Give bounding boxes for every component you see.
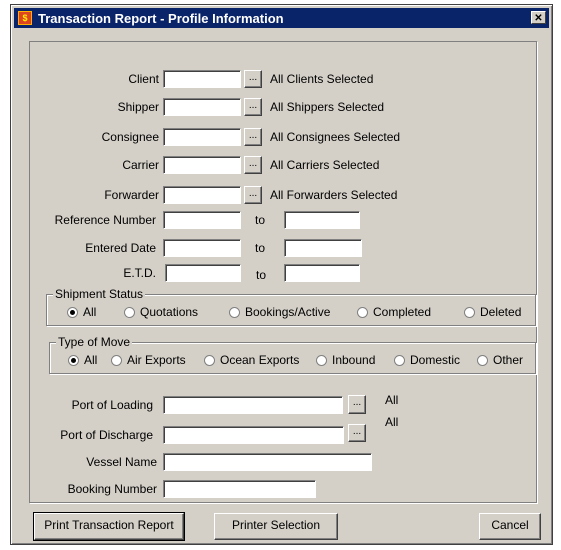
carrier-lookup-button[interactable]: ... xyxy=(244,156,262,174)
radio-label: All xyxy=(83,305,97,319)
port-of-discharge-label: Port of Discharge xyxy=(60,428,153,442)
printer-selection-button[interactable]: Printer Selection xyxy=(214,513,338,540)
move-other-radio[interactable]: Other xyxy=(477,353,523,367)
radio-label: Bookings/Active xyxy=(245,305,331,319)
radio-label: All xyxy=(84,353,98,367)
port-of-loading-field[interactable] xyxy=(163,396,343,414)
radio-label: Ocean Exports xyxy=(220,353,300,367)
radio-label: Quotations xyxy=(140,305,199,319)
carrier-selection-note: All Carriers Selected xyxy=(270,158,380,172)
move-inbound-radio[interactable]: Inbound xyxy=(316,353,375,367)
radio-icon xyxy=(464,306,475,318)
radio-label: Deleted xyxy=(480,305,522,319)
client-selection-note: All Clients Selected xyxy=(270,72,374,86)
shipment-status-group: Shipment Status All Quotations Bookings/… xyxy=(46,287,536,326)
radio-icon xyxy=(124,306,135,318)
type-of-move-group: Type of Move All Air Exports Ocean Expor… xyxy=(49,335,536,374)
app-icon: $ xyxy=(18,11,32,25)
etd-label: E.T.D. xyxy=(123,266,156,280)
radio-icon xyxy=(229,306,240,318)
window-title: Transaction Report - Profile Information xyxy=(38,10,284,26)
port-of-loading-lookup-button[interactable]: ... xyxy=(348,395,366,414)
forwarder-label: Forwarder xyxy=(104,188,159,202)
shipment-status-title: Shipment Status xyxy=(53,287,146,301)
radio-icon xyxy=(357,306,368,318)
port-of-discharge-field[interactable] xyxy=(163,426,344,444)
reference-number-from-field[interactable] xyxy=(163,211,241,229)
entered-date-label: Entered Date xyxy=(85,241,156,255)
type-of-move-title: Type of Move xyxy=(56,335,133,349)
radio-label: Inbound xyxy=(332,353,376,367)
move-ocean-exports-radio[interactable]: Ocean Exports xyxy=(204,353,299,367)
move-air-exports-radio[interactable]: Air Exports xyxy=(111,353,186,367)
port-of-discharge-note: All xyxy=(385,415,399,429)
forwarder-field[interactable] xyxy=(163,186,241,204)
carrier-label: Carrier xyxy=(122,158,159,172)
radio-label: Air Exports xyxy=(127,353,186,367)
radio-icon xyxy=(394,354,405,366)
vessel-name-label: Vessel Name xyxy=(86,455,157,469)
shipper-selection-note: All Shippers Selected xyxy=(270,100,385,114)
radio-selected-icon xyxy=(67,306,78,318)
etd-from-field[interactable] xyxy=(165,264,241,282)
carrier-field[interactable] xyxy=(163,156,241,174)
radio-icon xyxy=(316,354,327,366)
port-of-loading-label: Port of Loading xyxy=(71,398,153,412)
consignee-selection-note: All Consignees Selected xyxy=(270,130,401,144)
entered-date-to-label: to xyxy=(255,241,266,255)
etd-to-label: to xyxy=(256,268,267,282)
port-of-loading-note: All xyxy=(385,393,399,407)
radio-selected-icon xyxy=(68,354,79,366)
status-bookings-radio[interactable]: Bookings/Active xyxy=(229,305,330,319)
client-lookup-button[interactable]: ... xyxy=(244,70,262,88)
reference-number-label: Reference Number xyxy=(54,213,156,227)
status-completed-radio[interactable]: Completed xyxy=(357,305,431,319)
move-all-radio[interactable]: All xyxy=(68,353,97,367)
shipper-label: Shipper xyxy=(117,100,159,114)
title-bar: $ Transaction Report - Profile Informati… xyxy=(14,8,549,28)
port-of-discharge-lookup-button[interactable]: ... xyxy=(348,424,366,442)
forwarder-selection-note: All Forwarders Selected xyxy=(270,188,398,202)
shipper-field[interactable] xyxy=(163,98,241,116)
radio-label: Domestic xyxy=(410,353,461,367)
entered-date-to-field[interactable] xyxy=(284,239,362,257)
print-transaction-report-button[interactable]: Print Transaction Report xyxy=(33,512,185,541)
consignee-field[interactable] xyxy=(163,128,241,146)
forwarder-lookup-button[interactable]: ... xyxy=(244,186,262,204)
status-deleted-radio[interactable]: Deleted xyxy=(464,305,521,319)
vessel-name-field[interactable] xyxy=(163,453,372,471)
radio-icon xyxy=(477,354,488,366)
client-label: Client xyxy=(128,72,159,86)
booking-number-field[interactable] xyxy=(163,480,316,498)
shipper-lookup-button[interactable]: ... xyxy=(244,98,262,116)
etd-to-field[interactable] xyxy=(284,264,360,282)
radio-label: Other xyxy=(493,353,524,367)
reference-number-to-label: to xyxy=(255,213,266,227)
radio-icon xyxy=(204,354,215,366)
booking-number-label: Booking Number xyxy=(67,482,157,496)
report-window: $ Transaction Report - Profile Informati… xyxy=(10,4,553,545)
profile-panel: Client ... All Clients Selected Shipper … xyxy=(29,41,537,503)
reference-number-to-field[interactable] xyxy=(284,211,360,229)
entered-date-from-field[interactable] xyxy=(163,239,241,257)
consignee-label: Consignee xyxy=(101,130,159,144)
move-domestic-radio[interactable]: Domestic xyxy=(394,353,460,367)
status-quotations-radio[interactable]: Quotations xyxy=(124,305,198,319)
status-all-radio[interactable]: All xyxy=(67,305,96,319)
radio-icon xyxy=(111,354,122,366)
client-field[interactable] xyxy=(163,70,241,88)
close-button[interactable]: ✕ xyxy=(531,11,546,24)
cancel-button[interactable]: Cancel xyxy=(479,513,541,540)
radio-label: Completed xyxy=(373,305,432,319)
consignee-lookup-button[interactable]: ... xyxy=(244,128,262,146)
